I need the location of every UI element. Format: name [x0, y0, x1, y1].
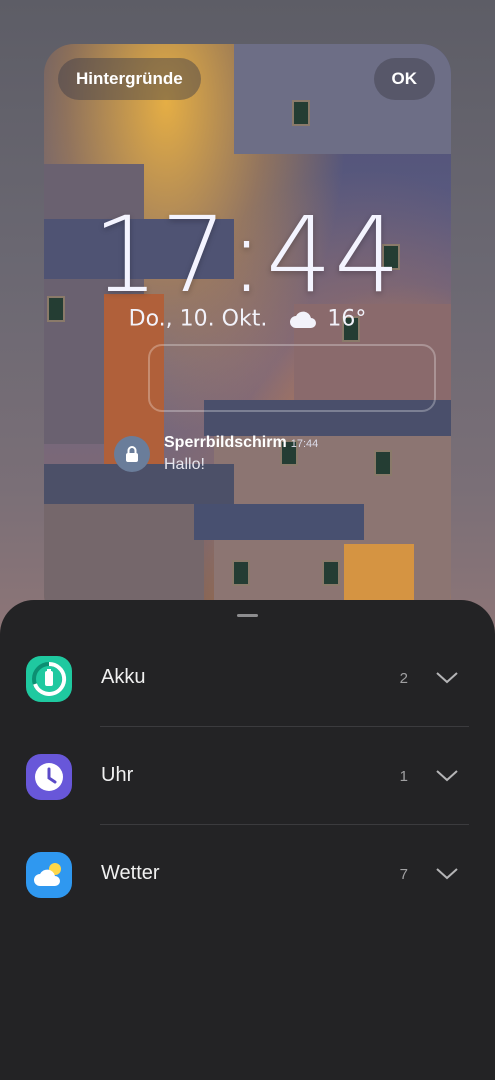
weather-icon — [26, 852, 72, 898]
row-divider — [100, 726, 469, 727]
chevron-down-icon[interactable] — [435, 768, 459, 784]
notification-title: Sperrbildschirm 17:44 — [164, 434, 318, 452]
wallpaper-window — [232, 560, 250, 586]
row-count: 1 — [399, 768, 408, 785]
wallpaper-roof — [194, 504, 364, 540]
cloud-icon — [290, 311, 317, 328]
lock-icon — [126, 446, 138, 462]
row-count: 2 — [399, 670, 408, 687]
row-label: Wetter — [101, 862, 160, 884]
notification-time: 17:44 — [290, 438, 319, 450]
row-divider — [100, 824, 469, 825]
row-count: 7 — [399, 866, 408, 883]
date-label: Do., 10. Okt. — [128, 306, 268, 332]
battery-icon — [26, 656, 72, 702]
row-label: Akku — [101, 666, 146, 688]
lock-screen-notification[interactable]: Sperrbildschirm 17:44 Hallo! — [114, 434, 444, 476]
notification-body: Hallo! — [164, 456, 205, 473]
chevron-down-icon[interactable] — [435, 866, 459, 882]
widget-row-akku[interactable]: Akku 2 — [0, 630, 495, 726]
widget-placeholder[interactable] — [148, 344, 436, 412]
wallpaper-window — [322, 560, 340, 586]
notification-lock-icon — [114, 436, 150, 472]
wallpaper-window — [292, 100, 310, 126]
row-label: Uhr — [101, 764, 134, 786]
widget-row-wetter[interactable]: Wetter 7 — [0, 826, 495, 922]
wallpapers-button[interactable]: Hintergründe — [58, 58, 201, 100]
notification-app-name: Sperrbildschirm — [164, 434, 287, 451]
chevron-down-icon[interactable] — [435, 670, 459, 686]
lock-screen-clock[interactable]: 17:44 — [44, 194, 451, 316]
sheet-drag-handle[interactable] — [237, 614, 258, 617]
ok-button[interactable]: OK — [373, 58, 435, 100]
widget-row-uhr[interactable]: Uhr 1 — [0, 728, 495, 824]
clock-icon — [26, 754, 72, 800]
temperature-label: 16° — [327, 306, 367, 332]
date-weather-row: Do., 10. Okt. 16° — [44, 306, 451, 332]
lock-screen-preview: Hintergründe OK 17:44 Do., 10. Okt. 16° … — [44, 44, 451, 624]
bottom-sheet: Akku 2 Uhr 1 Wetter 7 — [0, 600, 495, 1080]
